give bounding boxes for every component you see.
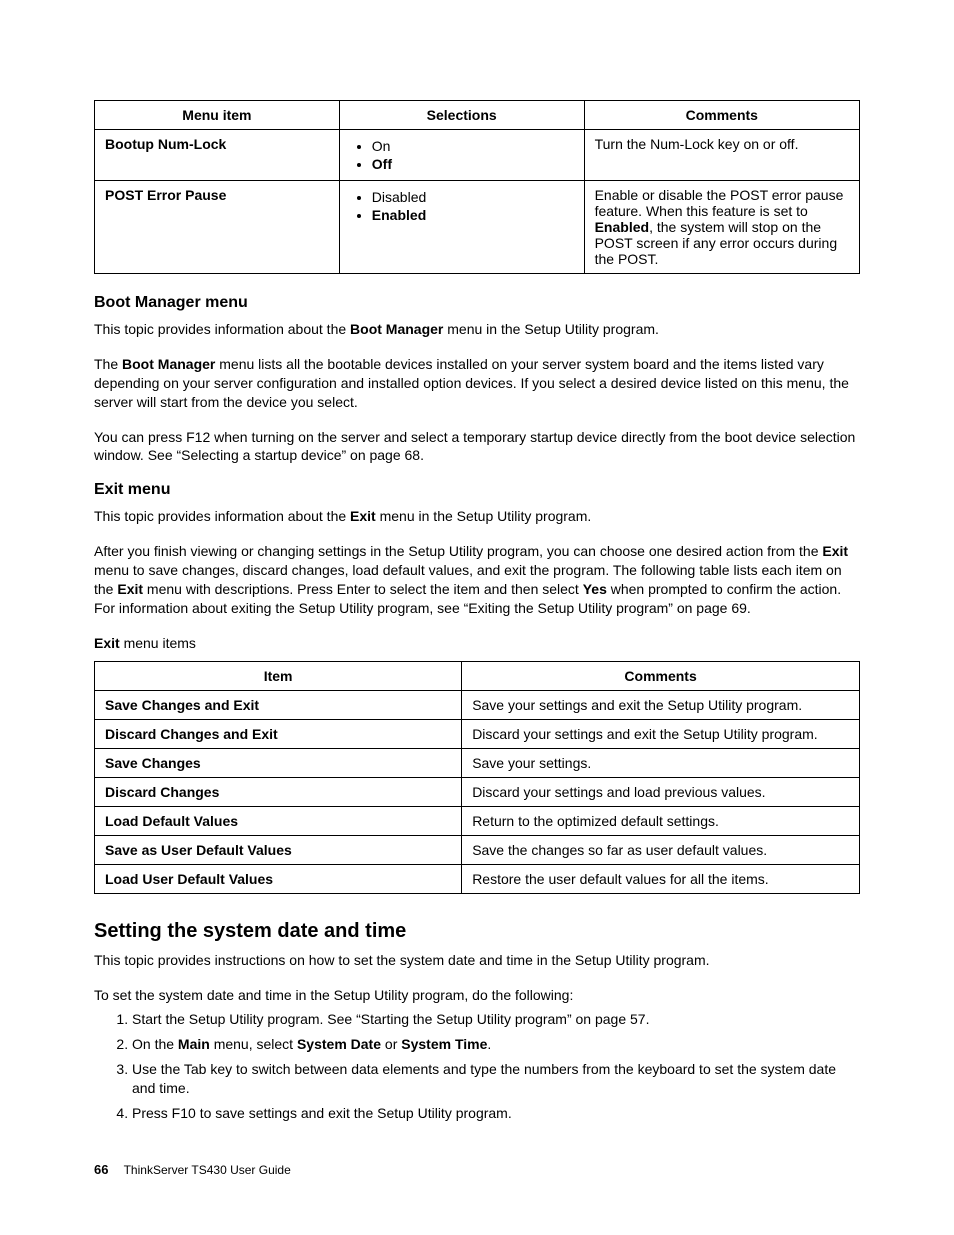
selection-option: On <box>372 138 574 154</box>
comments-cell: Restore the user default values for all … <box>462 864 860 893</box>
paragraph: You can press F12 when turning on the se… <box>94 428 860 466</box>
paragraph: This topic provides instructions on how … <box>94 951 860 970</box>
page-footer: 66 ThinkServer TS430 User Guide <box>94 1162 291 1177</box>
menu-item-cell: POST Error Pause <box>95 181 340 274</box>
item-cell: Save as User Default Values <box>95 835 462 864</box>
table-row: Load Default ValuesReturn to the optimiz… <box>95 806 860 835</box>
section-heading-exit-menu: Exit menu <box>94 481 860 499</box>
comments-cell: Return to the optimized default settings… <box>462 806 860 835</box>
footer-title: ThinkServer TS430 User Guide <box>124 1163 291 1177</box>
step-item: Start the Setup Utility program. See “St… <box>132 1010 860 1029</box>
selections-cell: Disabled Enabled <box>339 181 584 274</box>
comments-cell: Save your settings. <box>462 748 860 777</box>
section-heading-boot-manager: Boot Manager menu <box>94 294 860 312</box>
step-item: On the Main menu, select System Date or … <box>132 1035 860 1054</box>
comments-cell: Enable or disable the POST error pause f… <box>584 181 859 274</box>
table-row: POST Error Pause Disabled Enabled Enable or… <box>95 181 860 274</box>
section-heading-datetime: Setting the system date and time <box>94 920 860 943</box>
paragraph: The Boot Manager menu lists all the boot… <box>94 355 860 412</box>
comments-cell: Save your settings and exit the Setup Ut… <box>462 690 860 719</box>
table-row: Save as User Default ValuesSave the chan… <box>95 835 860 864</box>
item-cell: Discard Changes <box>95 777 462 806</box>
table-header: Comments <box>584 101 859 130</box>
exit-menu-table: Item Comments Save Changes and ExitSave … <box>94 661 860 894</box>
document-page: Menu item Selections Comments Bootup Num… <box>0 0 954 1235</box>
menu-item-cell: Bootup Num-Lock <box>95 130 340 181</box>
table-row: Save Changes and ExitSave your settings … <box>95 690 860 719</box>
table-header: Comments <box>462 661 860 690</box>
paragraph: To set the system date and time in the S… <box>94 986 860 1005</box>
menu-table: Menu item Selections Comments Bootup Num… <box>94 100 860 274</box>
selection-option: Off <box>372 156 574 172</box>
selections-cell: On Off <box>339 130 584 181</box>
table-header: Selections <box>339 101 584 130</box>
item-cell: Discard Changes and Exit <box>95 719 462 748</box>
item-cell: Load Default Values <box>95 806 462 835</box>
item-cell: Save Changes <box>95 748 462 777</box>
comments-cell: Turn the Num-Lock key on or off. <box>584 130 859 181</box>
table-header: Menu item <box>95 101 340 130</box>
table-row: Save ChangesSave your settings. <box>95 748 860 777</box>
table-row: Discard Changes and ExitDiscard your set… <box>95 719 860 748</box>
table-row: Load User Default ValuesRestore the user… <box>95 864 860 893</box>
table-caption: Exit menu items <box>94 634 860 653</box>
paragraph: This topic provides information about th… <box>94 320 860 339</box>
selection-option: Enabled <box>372 207 574 223</box>
comments-cell: Discard your settings and exit the Setup… <box>462 719 860 748</box>
paragraph: After you finish viewing or changing set… <box>94 542 860 618</box>
comments-cell: Discard your settings and load previous … <box>462 777 860 806</box>
table-row: Bootup Num-Lock On Off Turn the Num-Lock ke… <box>95 130 860 181</box>
table-header: Item <box>95 661 462 690</box>
step-item: Use the Tab key to switch between data e… <box>132 1060 860 1098</box>
steps-list: Start the Setup Utility program. See “St… <box>94 1010 860 1122</box>
step-item: Press F10 to save settings and exit the … <box>132 1104 860 1123</box>
table-row: Discard ChangesDiscard your settings and… <box>95 777 860 806</box>
page-number: 66 <box>94 1162 108 1177</box>
paragraph: This topic provides information about th… <box>94 507 860 526</box>
item-cell: Load User Default Values <box>95 864 462 893</box>
item-cell: Save Changes and Exit <box>95 690 462 719</box>
selection-option: Disabled <box>372 189 574 205</box>
comments-cell: Save the changes so far as user default … <box>462 835 860 864</box>
